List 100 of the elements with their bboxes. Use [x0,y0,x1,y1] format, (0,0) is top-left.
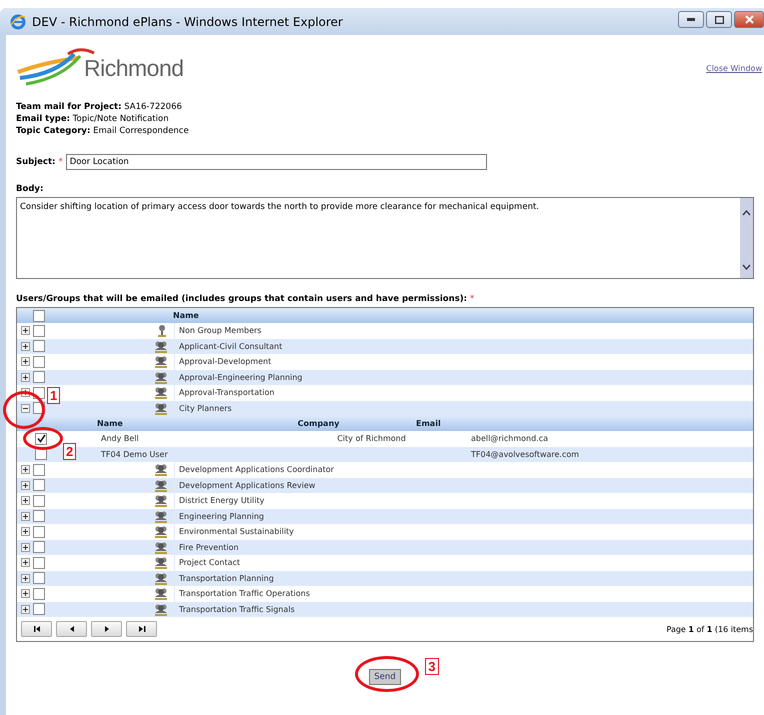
checkbox[interactable] [33,510,45,522]
maximize-button[interactable] [706,11,732,28]
checkbox[interactable] [33,494,45,507]
expand-toggle[interactable] [21,527,30,536]
expand-toggle[interactable] [21,604,30,614]
scroll-down-icon[interactable] [742,264,751,270]
group-icon [154,556,168,570]
checkbox[interactable] [33,479,45,492]
checkbox[interactable] [33,541,45,554]
browser-logo-icon [10,14,26,30]
group-icon [154,402,168,415]
recipients-label: Users/Groups that will be emailed (includes groups that contain users and have permissions): [16,294,468,304]
expand-toggle[interactable] [21,589,30,598]
expand-toggle[interactable] [21,558,30,568]
expand-toggle[interactable] [21,357,30,366]
expand-toggle[interactable] [21,465,30,474]
info-line: Topic Category: Email Correspondence [16,125,190,137]
expand-toggle[interactable] [21,480,30,490]
group-icon [154,463,168,476]
minimize-button[interactable] [678,11,704,28]
minimize-icon [687,18,695,21]
expand-toggle[interactable] [21,342,30,351]
body-field[interactable]: Consider shifting location of primary access door towards the north to provide more clearance for mechanical equipment. [16,197,754,279]
highlight-ellipse [355,656,420,692]
member-email: TF04@avolvesoftware.com [470,450,580,459]
member-company: City of Richmond [336,434,407,444]
checkbox[interactable] [33,340,45,352]
checkbox[interactable] [33,356,45,368]
group-icon [154,370,168,384]
close-icon [744,15,754,24]
next-page-button[interactable] [91,621,122,637]
callout-number: 1 [47,386,60,404]
group-icon [154,525,168,538]
group-name: Approval-Engineering Planning [178,372,302,382]
expand-toggle[interactable] [21,542,30,552]
person-icon [156,324,168,338]
group-icon [154,572,168,585]
group-icon [154,478,168,492]
checkbox[interactable] [33,588,45,600]
group-name: Environmental Sustainability [178,527,294,536]
expand-toggle[interactable] [21,512,30,521]
expand-toggle[interactable] [21,372,30,382]
checkbox[interactable] [33,464,45,476]
column-header: Name [172,311,199,320]
scroll-up-icon[interactable] [742,210,751,216]
group-icon [154,494,168,508]
group-icon [154,386,168,400]
group-icon [154,510,168,523]
plus-icon [22,528,29,536]
expand-toggle[interactable] [21,404,30,413]
plus-icon [22,374,29,381]
checkbox[interactable] [33,572,45,584]
plus-icon [22,327,29,334]
group-icon [154,540,168,554]
callout-number: 3 [425,658,439,675]
checkbox[interactable] [33,526,45,538]
required-mark: * [470,294,474,304]
group-name: District Energy Utility [178,496,264,506]
checkbox[interactable] [33,310,45,322]
logo-text: Richmond [84,54,184,82]
body-label: Body: [16,184,44,194]
checkbox[interactable] [33,603,45,616]
column-header: Name [96,419,124,428]
group-name: Transportation Planning [178,574,274,583]
expand-toggle[interactable] [21,574,30,583]
group-icon [154,602,168,616]
plus-icon [22,342,29,350]
expand-toggle[interactable] [21,496,30,506]
close-button[interactable] [734,11,764,28]
last-page-button[interactable] [126,621,157,637]
plus-icon [22,497,29,504]
group-name: Engineering Planning [178,512,264,521]
checkbox[interactable] [33,324,45,337]
group-name: Fire Prevention [178,542,239,552]
required-mark: * [58,157,63,167]
checkbox[interactable] [33,371,45,384]
group-icon [154,355,168,368]
group-name: Approval-Transportation [178,388,274,398]
subject-field[interactable]: Door Location [66,154,487,170]
maximize-icon [714,16,724,24]
checkbox[interactable] [33,556,45,569]
group-name: Applicant-Civil Consultant [178,342,282,351]
member-name: TF04 Demo User [100,450,169,459]
plus-icon [22,559,29,566]
expand-toggle[interactable] [21,326,30,336]
body-text: Consider shifting location of primary access door towards the north to provide more clearance for mechanical equipment. [19,201,540,214]
close-window-link[interactable]: Close Window [706,64,762,72]
send-button[interactable]: Send [369,669,401,685]
checkbox[interactable] [35,432,47,445]
plus-icon [22,358,29,366]
group-name: Development Applications Review [178,480,316,490]
scrollbar[interactable] [740,198,753,278]
subject-label: Subject: [16,157,56,167]
page-summary: Page 1 of 1 (16 items [666,624,753,634]
prev-page-button[interactable] [56,621,87,637]
group-name: Transportation Traffic Signals [178,604,295,614]
first-page-button[interactable] [21,621,52,637]
plus-icon [22,606,29,613]
group-name: Non Group Members [178,326,262,336]
info-line: Email type: Topic/Note Notification [16,113,170,125]
